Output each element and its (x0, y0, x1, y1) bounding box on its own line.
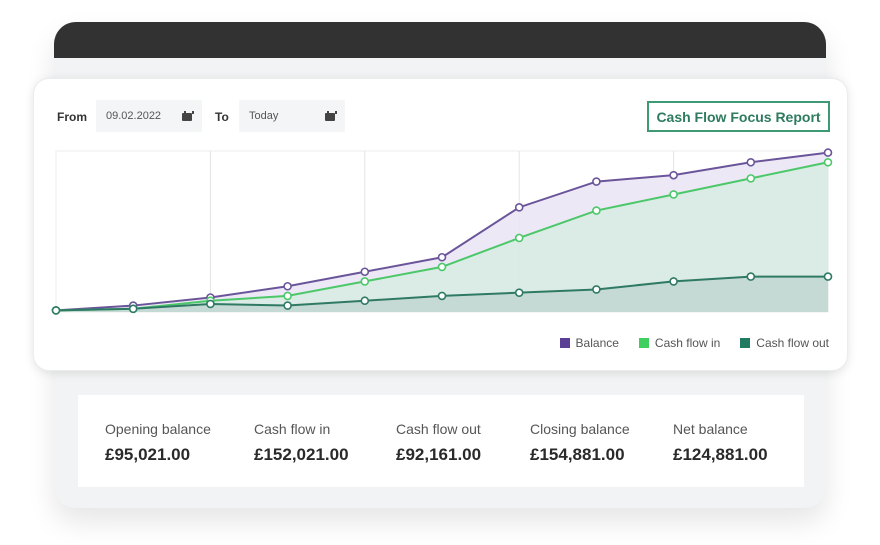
point-cash-in (746, 174, 756, 183)
point-cash-out (514, 288, 524, 297)
summary-cash-flow-out: Cash flow out £92,161.00 (396, 421, 481, 465)
point-cash-out (51, 306, 61, 315)
point-balance (669, 170, 678, 180)
legend-label: Cash flow in (654, 336, 721, 350)
stat-value: £92,161.00 (396, 445, 482, 464)
point-cash-in (514, 233, 524, 243)
stat-label: Opening balance (105, 421, 211, 437)
summary-opening-balance: Opening balance £95,021.00 (105, 421, 211, 465)
point-cash-in (360, 277, 370, 286)
point-cash-in (669, 190, 678, 199)
point-balance (514, 203, 524, 212)
summary-panel: Opening balance £95,021.00 Cash flow in … (78, 395, 804, 487)
legend-swatch-cash-flow-out (740, 338, 751, 348)
stat-value: £154,881.00 (530, 445, 625, 464)
legend-item-cash-flow-out: Cash flow out (740, 336, 829, 350)
point-cash-out (746, 272, 756, 281)
stat-label: Net balance (673, 421, 748, 437)
summary-closing-balance: Closing balance £154,881.00 (530, 421, 630, 465)
legend-label: Cash flow out (756, 336, 829, 350)
point-balance (437, 252, 447, 262)
point-balance (823, 148, 833, 157)
chart-card: From 09.02.2022 To Today Cash Flow Focus… (33, 78, 848, 371)
point-balance (592, 177, 601, 186)
point-cash-out (206, 299, 215, 309)
window-titlebar (54, 22, 826, 58)
point-cash-out (283, 301, 292, 310)
stat-label: Closing balance (530, 421, 630, 437)
point-cash-out (669, 277, 678, 286)
point-cash-out (128, 304, 138, 314)
stat-label: Cash flow out (396, 421, 481, 437)
stat-value: £95,021.00 (105, 445, 191, 464)
stat-label: Cash flow in (254, 421, 331, 437)
point-balance (283, 281, 292, 291)
point-cash-in (823, 157, 833, 167)
point-cash-out (437, 291, 447, 301)
point-balance (360, 267, 370, 277)
legend-swatch-cash-flow-in (638, 338, 649, 348)
point-cash-out (592, 285, 601, 294)
point-cash-in (592, 206, 601, 215)
point-cash-in (437, 262, 447, 272)
summary-net-balance: Net balance £124,881.00 (673, 421, 768, 465)
chart-legend: Balance Cash flow in Cash flow out (559, 336, 829, 350)
legend-item-balance: Balance (559, 336, 619, 350)
summary-cash-flow-in: Cash flow in £152,021.00 (254, 421, 349, 465)
legend-item-cash-flow-in: Cash flow in (638, 336, 721, 350)
point-cash-in (283, 291, 292, 301)
stat-value: £124,881.00 (673, 445, 768, 464)
legend-swatch-balance (559, 338, 570, 348)
point-cash-out (360, 296, 370, 306)
stat-value: £152,021.00 (254, 445, 349, 464)
point-cash-out (823, 272, 833, 281)
cash-flow-chart (51, 148, 833, 315)
legend-label: Balance (575, 336, 619, 350)
point-balance (746, 157, 756, 167)
